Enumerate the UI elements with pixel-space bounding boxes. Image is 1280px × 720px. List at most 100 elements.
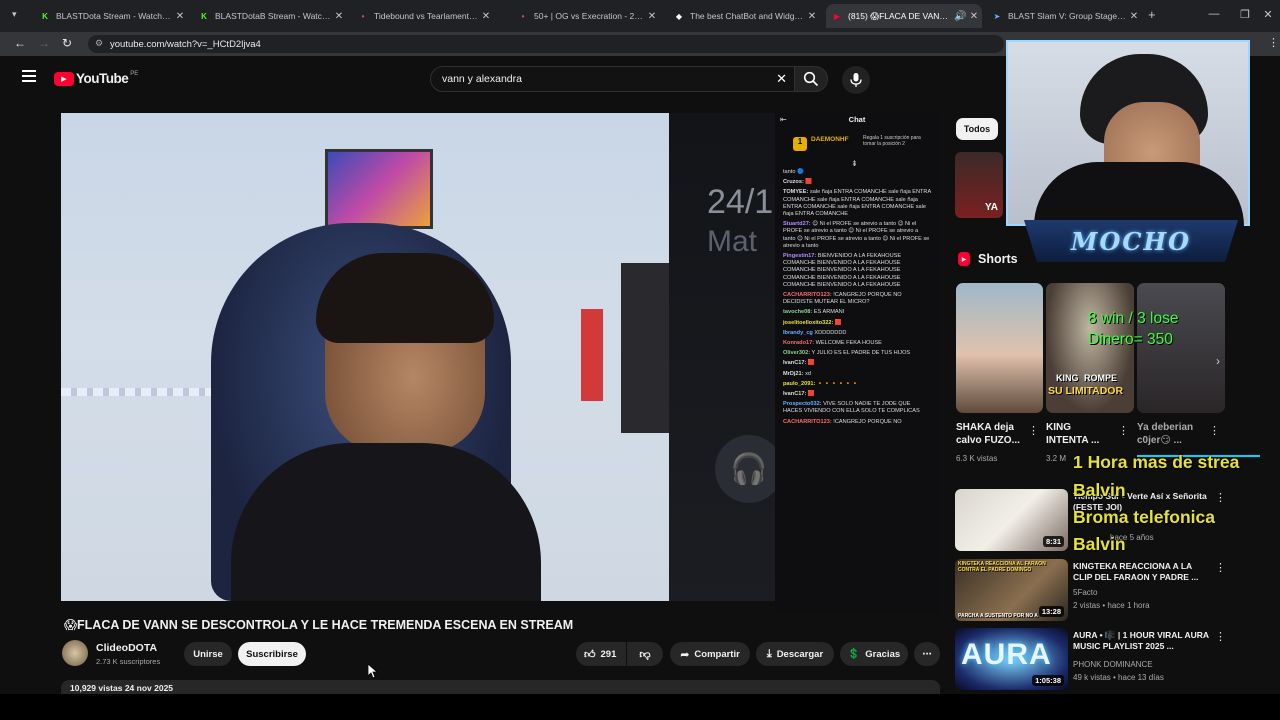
video-thumbnail[interactable]: 8:31 (955, 489, 1068, 551)
new-tab-icon[interactable]: + (1148, 7, 1156, 22)
description-box[interactable]: 10,929 vistas 24 nov 2025 (61, 680, 940, 694)
hamburger-menu-icon[interactable] (22, 70, 36, 82)
chat-text: !CANGREJO PORQUE NO (833, 418, 902, 425)
stream-overlay-text: Balvin (1073, 534, 1126, 554)
channel-avatar[interactable] (62, 640, 88, 666)
short-more-icon[interactable]: ⋮ (1028, 424, 1039, 437)
window-close-icon[interactable]: ✕ (1258, 8, 1278, 21)
video-thumbnail[interactable]: KINGTEKA REACCIONA AL FARAON CONTRA EL P… (955, 559, 1068, 621)
stats-overlay-text: 8 win / 3 lose (1088, 310, 1179, 327)
close-icon[interactable]: ✕ (172, 11, 188, 22)
browser-tab[interactable]: ➤ BLAST Slam V: Group Stage - Liqu ✕ (986, 4, 1142, 28)
youtube-logo[interactable]: ▶ YouTube PE (54, 71, 138, 86)
browser-tab[interactable]: K BLASTDotaB Stream - Watch Live ✕ (193, 4, 347, 28)
channel-name[interactable]: ClideoDOTA (96, 642, 157, 654)
short-thumbnail[interactable] (956, 283, 1043, 413)
side-panel-text: Mat (707, 225, 758, 258)
close-icon[interactable]: ✕ (478, 11, 494, 22)
share-button[interactable]: ➦ Compartir (670, 642, 750, 666)
short-title[interactable]: Ya deberian c0jer😏 ... (1137, 421, 1203, 447)
dislike-button[interactable]: 👎︎ (627, 642, 663, 666)
browser-tab-active[interactable]: ▶ (815) 😱FLACA DE VANN SE 🔊 ✕ (826, 4, 982, 28)
chat-username[interactable]: MrDj21: (783, 371, 804, 377)
chip-todos[interactable]: Todos (956, 118, 998, 140)
speaker-icon[interactable]: 🔊 (954, 11, 966, 22)
site-info-icon[interactable]: ⚙ (95, 38, 103, 49)
url-text: youtube.com/watch?v=_HCtD2ljva4 (110, 38, 261, 50)
webcam-feed (1006, 40, 1250, 226)
search-button[interactable] (794, 66, 828, 92)
stream-overlay-text: 1 Hora mas de strea (1073, 452, 1240, 472)
streamelements-icon: ◆ (675, 11, 683, 21)
shorts-next-icon[interactable]: › (1216, 354, 1220, 368)
chat-username[interactable]: Pingestin17: (783, 253, 816, 259)
subscribe-button[interactable]: Suscribirse (238, 642, 306, 666)
chat-message: Pingestin17: BIENVENIDO A LA FEKAHOUSE C… (775, 253, 939, 289)
browser-tab[interactable]: • Tidebound vs Tearlaments - 25/11 ✕ (352, 4, 494, 28)
short-more-icon[interactable]: ⋮ (1118, 424, 1129, 437)
chat-username[interactable]: CACHARRITO123: (783, 419, 832, 425)
chat-message: tanto 🔵 (775, 169, 939, 176)
short-more-icon[interactable]: ⋮ (1209, 424, 1220, 437)
join-button[interactable]: Unirse (184, 642, 232, 666)
chat-username[interactable]: joselitoelloxito322: (783, 320, 833, 326)
chat-username[interactable]: Ibrandy_cg (783, 330, 813, 336)
top-video-thumbnail[interactable]: YA (955, 152, 1003, 218)
chat-message: MrDj21: xd (775, 371, 939, 378)
short-title[interactable]: SHAKA deja calvo FUZO... (956, 421, 1022, 447)
address-bar[interactable]: ⚙ youtube.com/watch?v=_HCtD2ljva4 (88, 35, 1004, 53)
video-more-icon[interactable]: ⋮ (1215, 491, 1226, 504)
chat-username[interactable]: tavoche08: (783, 309, 812, 315)
chat-username[interactable]: Oliver302: (783, 350, 810, 356)
close-icon[interactable]: ✕ (804, 11, 820, 22)
thanks-button[interactable]: 💲 Gracias (840, 642, 908, 666)
short-title[interactable]: KING INTENTA ... (1046, 421, 1112, 447)
close-icon[interactable]: ✕ (966, 11, 982, 22)
browser-tab[interactable]: ◆ The best ChatBot and Widgets ✕ (668, 4, 820, 28)
download-label: Descargar (776, 648, 824, 660)
restore-icon[interactable]: ❐ (1235, 8, 1255, 21)
tab-search-icon[interactable]: ▾ (12, 9, 17, 20)
chat-username[interactable]: IvanC17: (783, 360, 806, 366)
search-input[interactable]: vann y alexandra ✕ (430, 66, 798, 92)
close-icon[interactable]: ✕ (1126, 11, 1142, 22)
more-actions-button[interactable]: ⋯ (914, 642, 940, 666)
chat-username[interactable]: paulo_2091: (783, 381, 815, 387)
youtube-play-icon: ▶ (54, 71, 74, 86)
browser-menu-icon[interactable]: ⋮ (1268, 36, 1279, 49)
chat-username[interactable]: Prospecto032: (783, 401, 822, 407)
chat-message: CACHARRITO123: !CANGREJO PORQUE NO DECID… (775, 292, 939, 306)
download-button[interactable]: ⤓ Descargar (756, 642, 834, 666)
clear-search-icon[interactable]: ✕ (776, 71, 787, 87)
video-title[interactable]: KINGTEKA REACCIONA A LA CLIP DEL FARAON … (1073, 561, 1209, 583)
forward-icon[interactable]: → (38, 36, 50, 50)
subscriber-count: 2.73 K suscriptores (96, 657, 161, 666)
youtube-wordmark: YouTube (76, 71, 129, 86)
browser-tab[interactable]: • 50+ | OG vs Execration - 25/11 ✕ (512, 4, 660, 28)
browser-tab[interactable]: K BLASTDota Stream - Watch Live ✕ (34, 4, 188, 28)
reload-icon[interactable]: ↻ (62, 36, 72, 50)
short-caption: KING (1056, 373, 1079, 383)
chat-scroll-icon[interactable]: ⇟ (851, 159, 858, 168)
bottom-bar (0, 694, 1280, 720)
chat-username[interactable]: TOMYEE: (783, 189, 808, 195)
chat-username[interactable]: IvanC17: (783, 391, 806, 397)
youtube-favicon-icon: ▶ (833, 11, 841, 21)
like-button[interactable]: 👍︎ 291 (576, 642, 626, 666)
stream-camera-frame (61, 113, 669, 601)
video-more-icon[interactable]: ⋮ (1215, 630, 1226, 643)
video-more-icon[interactable]: ⋮ (1215, 561, 1226, 574)
chat-username[interactable]: Cruzos: (783, 179, 804, 185)
browser-tab-strip: ▾ K BLASTDota Stream - Watch Live ✕ K BL… (0, 0, 1280, 32)
back-icon[interactable]: ← (14, 36, 26, 50)
chat-username[interactable]: CACHARRITO123: (783, 292, 832, 298)
shelf-red (581, 309, 603, 401)
video-title[interactable]: AURA • 🎼 | 1 HOUR VIRAL AURA MUSIC PLAYL… (1073, 630, 1209, 652)
chat-username[interactable]: Konrado17: (783, 340, 814, 346)
voice-search-button[interactable] (842, 66, 870, 94)
video-thumbnail[interactable]: AURA 1:05:38 (955, 628, 1068, 690)
chat-username[interactable]: Stuartd27: (783, 221, 811, 227)
close-icon[interactable]: ✕ (331, 11, 347, 22)
minimize-icon[interactable]: — (1204, 8, 1224, 20)
close-icon[interactable]: ✕ (644, 11, 660, 22)
